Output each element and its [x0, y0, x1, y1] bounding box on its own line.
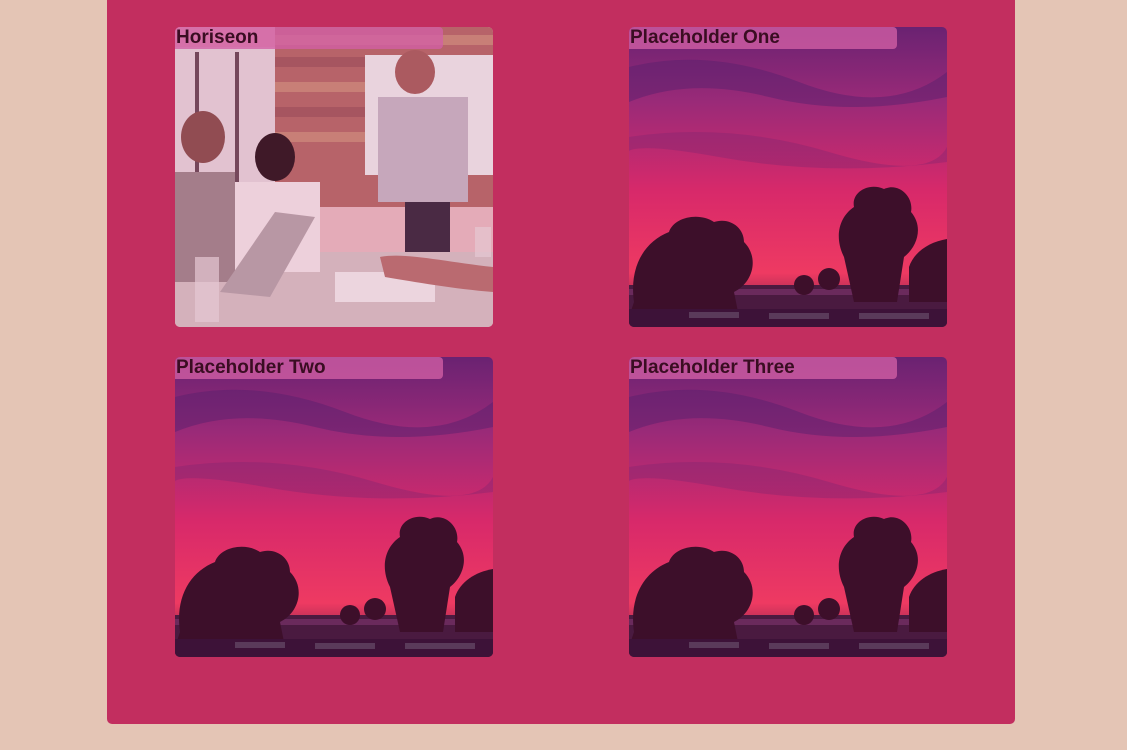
card-placeholder-one: Placeholder One: [629, 27, 947, 327]
sunset-trees-image: [629, 357, 947, 657]
card-title: Placeholder Three: [629, 357, 897, 379]
card-title: Horiseon: [175, 27, 443, 49]
card-title: Placeholder One: [629, 27, 897, 49]
card-placeholder-two: Placeholder Two: [175, 357, 493, 657]
card-placeholder-three: Placeholder Three: [629, 357, 947, 657]
main-panel: Horiseon Placeholder One Placeholder Two…: [107, 0, 1015, 724]
card-title: Placeholder Two: [175, 357, 443, 379]
card-horiseon: Horiseon: [175, 27, 493, 327]
team-meeting-image: [175, 27, 493, 327]
sunset-trees-image: [629, 27, 947, 327]
sunset-trees-image: [175, 357, 493, 657]
